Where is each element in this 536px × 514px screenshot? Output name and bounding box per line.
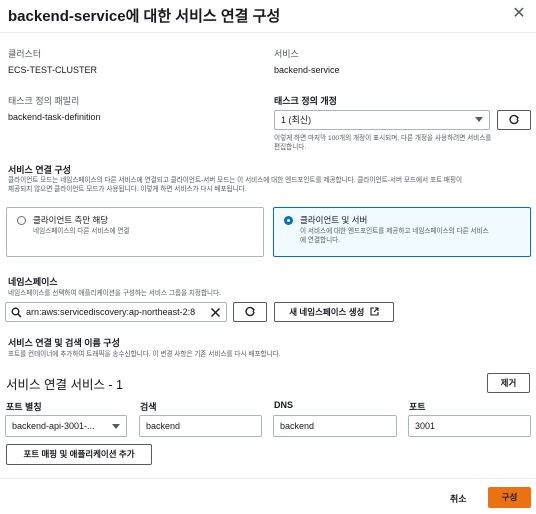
task-family-value: backend-task-definition [8,112,101,122]
task-revision-label: 태스크 정의 개정 [274,96,337,106]
cluster-value: ECS-TEST-CLUSTER [8,65,98,75]
cs-service-heading: 서비스 연결 서비스 - 1 [6,378,124,392]
refresh-icon [245,306,255,317]
service-connect-label: 서비스 연결 구성 [8,165,71,175]
close-icon[interactable]: ✕ [510,5,528,23]
task-revision-select[interactable]: 1 (최신) [274,110,490,130]
radio-client-only-dot [17,216,26,225]
header-divider [0,32,536,33]
namespace-search-input[interactable]: arn:aws:servicediscovery:ap-northeast-2:… [5,302,227,322]
service-connect-desc-line2: 제공되지 않으면 클라이언트 모드가 사용됩니다. 이렇게 하면 서비스가 다시… [8,186,247,193]
submit-button[interactable]: 구성 [488,487,531,508]
create-namespace-label: 새 네임스페이스 생성 [289,307,365,317]
radio-client-server-dot [284,216,293,225]
cancel-button[interactable]: 취소 [450,492,467,505]
port-input[interactable]: 3001 [408,415,531,437]
task-revision-desc-line1: 이렇게 하면 마지막 100개의 개정이 표시되며, 다른 개정을 사용하려면 … [274,135,492,142]
port-value: 3001 [415,421,436,431]
radio-client-only[interactable]: 클라이언트 측만 해당 네임스페이스의 다른 서비스에 연결 [6,207,264,257]
radio-client-server[interactable]: 클라이언트 및 서버 이 서비스에 대한 엔드포인트를 제공하고 네임스페이스의… [273,207,531,257]
caret-down-icon [112,424,120,429]
service-connect-desc-line1: 클라이언트 모드는 네임스페이스의 다른 서비스에 연결되고 클라이언트-서버 … [8,177,463,184]
namespace-value: arn:aws:servicediscovery:ap-northeast-2:… [26,307,196,317]
footer-divider [0,478,536,479]
radio-client-server-desc-line1: 이 서비스에 대한 엔드포인트를 제공하고 네임스페이스의 다른 서비스 [300,228,489,235]
refresh-icon [509,114,519,125]
add-port-mapping-button[interactable]: 포트 매핑 및 애플리케이션 추가 [6,444,152,465]
refresh-namespace-button[interactable] [233,302,267,322]
port-alias-label: 포트 별칭 [6,402,42,412]
discovery-desc: 포트를 컨테이너에 추가하여 트래픽을 송수신합니다. 이 변경 사항은 기존 … [8,351,281,358]
port-label: 포트 [409,402,426,412]
dialog-title: backend-service에 대한 서비스 연결 구성 [8,8,281,25]
task-revision-value: 1 (최신) [281,115,312,125]
remove-button[interactable]: 제거 [487,373,530,393]
namespace-desc: 네임스페이스를 선택하여 애플리케이션을 구성하는 서비스 그룹을 지정합니다. [8,290,222,297]
service-label: 서비스 [274,49,299,59]
service-connect-desc: 클라이언트 모드는 네임스페이스의 다른 서비스에 연결되고 클라이언트-서버 … [8,176,534,194]
radio-client-server-title: 클라이언트 및 서버 [300,215,368,225]
radio-client-only-title: 클라이언트 측만 해당 [33,215,109,225]
search-icon [11,307,22,318]
dns-input[interactable]: backend [273,415,397,437]
task-family-label: 태스크 정의 패밀리 [8,96,80,106]
external-link-icon [370,307,379,316]
task-revision-desc: 이렇게 하면 마지막 100개의 개정이 표시되며, 다른 개정을 사용하려면 … [274,134,532,152]
port-alias-value: backend-api-3001-... [12,421,95,431]
dns-label: DNS [274,400,294,410]
discovery-name-label: 검색 [140,402,157,412]
radio-client-server-desc-line2: 에 연결합니다. [300,237,341,244]
radio-client-server-desc: 이 서비스에 대한 엔드포인트를 제공하고 네임스페이스의 다른 서비스 에 연… [300,227,489,245]
radio-client-only-desc: 네임스페이스의 다른 서비스에 연결 [33,228,130,235]
port-alias-select[interactable]: backend-api-3001-... [5,415,127,437]
discovery-name-value: backend [146,421,181,431]
clear-icon[interactable] [210,307,221,318]
dns-value: backend [280,421,315,431]
namespace-label: 네임스페이스 [8,277,58,287]
task-revision-desc-line2: 편집합니다. [274,144,307,151]
refresh-revision-button[interactable] [497,110,531,130]
create-namespace-button[interactable]: 새 네임스페이스 생성 [274,302,394,322]
discovery-label: 서비스 연결 및 검색 이름 구성 [8,338,120,348]
cluster-label: 클러스터 [8,49,42,59]
discovery-name-input[interactable]: backend [139,415,262,437]
service-value: backend-service [274,65,340,75]
caret-down-icon [475,117,483,122]
